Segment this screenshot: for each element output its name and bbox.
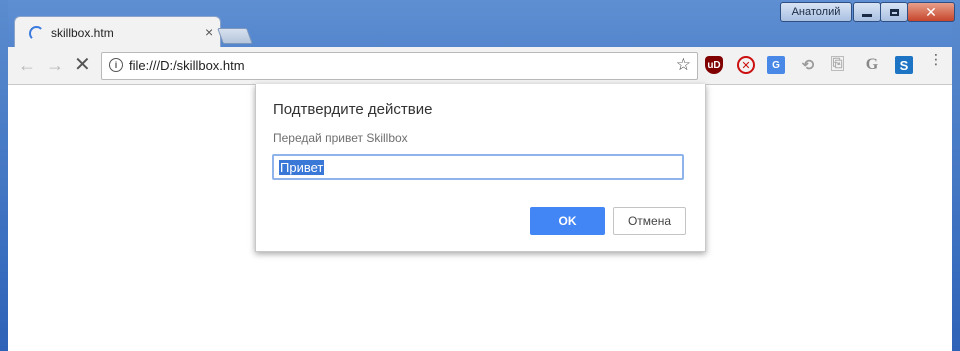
dialog-title: Подтвердите действие	[273, 101, 433, 118]
browser-toolbar: ← → ✕ i file:///D:/skillbox.htm ☆ uD ✕ G…	[8, 47, 952, 85]
loading-spinner-icon	[29, 26, 44, 41]
minimize-icon	[862, 13, 872, 17]
minimize-button[interactable]	[853, 2, 881, 22]
window-border-right	[952, 0, 960, 351]
prompt-input[interactable]: Привет	[272, 154, 684, 180]
url-text[interactable]: file:///D:/skillbox.htm	[129, 58, 245, 73]
close-icon: ✕	[925, 4, 937, 20]
bookmark-star-icon[interactable]: ☆	[676, 55, 691, 75]
s-extension-icon[interactable]: S	[895, 56, 913, 74]
forward-arrow-icon[interactable]: →	[46, 55, 64, 75]
address-bar[interactable]: i file:///D:/skillbox.htm ☆	[101, 52, 698, 80]
prompt-dialog: Подтвердите действие Передай привет Skil…	[255, 84, 706, 252]
ok-button[interactable]: OK	[530, 207, 605, 235]
dialog-message: Передай привет Skillbox	[273, 131, 408, 145]
browser-tab[interactable]: skillbox.htm ×	[14, 16, 221, 49]
maximize-icon	[889, 8, 899, 16]
stop-loading-icon[interactable]: ✕	[74, 55, 91, 75]
window-close-button[interactable]: ✕	[907, 2, 955, 22]
new-tab-button[interactable]	[217, 28, 253, 44]
translate-icon[interactable]: G	[767, 56, 785, 74]
tab-close-icon[interactable]: ×	[205, 24, 213, 40]
info-icon[interactable]: i	[109, 58, 123, 72]
prompt-input-value: Привет	[279, 160, 325, 175]
tab-title: skillbox.htm	[51, 26, 114, 40]
menu-icon[interactable]: ⋮	[929, 52, 943, 66]
grammarly-icon[interactable]: G	[863, 56, 881, 74]
profile-button[interactable]: Анатолий	[780, 2, 852, 22]
cancel-button[interactable]: Отмена	[613, 207, 686, 235]
maximize-button[interactable]	[880, 2, 908, 22]
ublock-icon[interactable]: uD	[705, 56, 723, 74]
history-icon[interactable]: ⟲	[799, 56, 817, 74]
window-border-left	[0, 0, 8, 351]
block-icon[interactable]: ✕	[737, 56, 755, 74]
back-arrow-icon[interactable]: ←	[18, 55, 36, 75]
copy-icon[interactable]: ⎘	[831, 56, 844, 71]
